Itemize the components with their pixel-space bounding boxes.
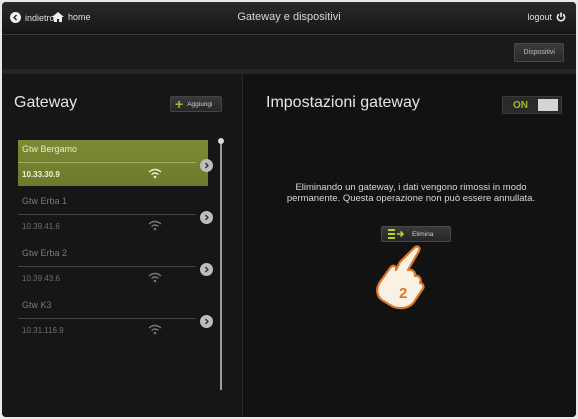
gateway-list: Gtw Bergamo 10.33.30.9 Gtw Erba 1 10.39.…: [18, 140, 213, 348]
gateway-item-k3[interactable]: Gtw K3 10.31.116.9: [18, 296, 213, 348]
scrollbar-track[interactable]: [220, 142, 222, 390]
scrollbar-thumb[interactable]: [218, 138, 224, 144]
toggle-label: ON: [513, 100, 528, 111]
toggle-knob: [538, 99, 558, 111]
settings-panel-title: Impostazioni gateway: [266, 94, 420, 111]
delete-gateway-button[interactable]: Elimina: [381, 226, 451, 242]
gateway-ip: 10.39.41.6: [22, 222, 60, 231]
gateway-ip: 10.31.116.9: [22, 326, 64, 335]
add-gateway-button[interactable]: + Aggiungi: [170, 96, 222, 112]
gateway-panel-title: Gateway: [14, 94, 78, 111]
chevron-right-icon[interactable]: [200, 211, 213, 224]
delete-stack-icon: [388, 229, 404, 239]
chevron-right-icon[interactable]: [200, 159, 213, 172]
plus-icon: +: [175, 96, 184, 112]
row-separator: [18, 266, 196, 267]
row-separator: [18, 318, 196, 319]
delete-label: Elimina: [412, 230, 434, 238]
gateway-name: Gtw K3: [22, 300, 52, 310]
page-title: Gateway e dispositivi: [237, 11, 341, 23]
gateway-name: Gtw Bergamo: [22, 144, 78, 154]
chevron-right-icon[interactable]: [200, 315, 213, 328]
gateway-panel: Gateway + Aggiungi Gtw Bergamo 10.33.30.…: [2, 74, 243, 417]
logout-label: logout: [527, 12, 552, 22]
chevron-right-icon[interactable]: [200, 263, 213, 276]
gateway-on-toggle[interactable]: ON: [502, 96, 562, 114]
add-gateway-label: Aggiungi: [187, 100, 213, 108]
gateway-name: Gtw Erba 1: [22, 196, 68, 206]
top-bar: indietro home Gateway e dispositivi logo…: [2, 2, 576, 35]
settings-panel: Impostazioni gateway ON Eliminando un ga…: [244, 74, 576, 417]
wifi-icon: [148, 324, 162, 335]
row-separator: [18, 162, 196, 163]
row-separator: [18, 214, 196, 215]
gateway-ip: 10.39.43.6: [22, 274, 60, 283]
delete-warning-text: Eliminando un gateway, i dati vengono ri…: [286, 182, 536, 204]
gateway-ip: 10.33.30.9: [22, 170, 60, 179]
gateway-item-erba-2[interactable]: Gtw Erba 2 10.39.43.6: [18, 244, 213, 296]
power-icon: [556, 12, 566, 22]
devices-button[interactable]: Dispositivi: [514, 43, 564, 62]
sub-toolbar: Dispositivi: [2, 35, 576, 69]
wifi-icon: [148, 272, 162, 283]
logout-button[interactable]: logout: [527, 12, 566, 22]
pointing-hand-icon: 2: [376, 245, 425, 310]
wifi-icon: [148, 220, 162, 231]
step-number-badge: 2: [399, 285, 407, 302]
app-frame: indietro home Gateway e dispositivi logo…: [2, 2, 576, 417]
gateway-item-bergamo[interactable]: Gtw Bergamo 10.33.30.9: [18, 140, 213, 192]
wifi-icon: [148, 168, 162, 179]
gateway-item-erba-1[interactable]: Gtw Erba 1 10.39.41.6: [18, 192, 213, 244]
gateway-name: Gtw Erba 2: [22, 248, 68, 258]
